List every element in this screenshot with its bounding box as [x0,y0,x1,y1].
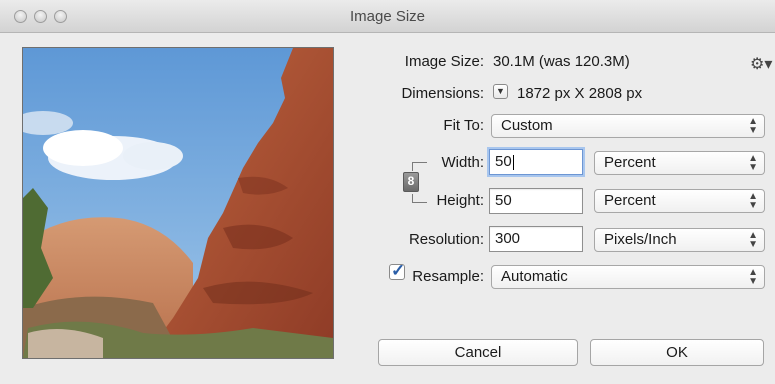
dimensions-label: Dimensions: [401,85,484,102]
up-down-arrows-icon: ▲ ▼ [748,191,758,211]
up-down-arrows-icon: ▲ ▼ [748,153,758,173]
height-input[interactable]: 50 [489,188,583,214]
height-label: Height: [436,192,484,209]
resample-select[interactable]: Automatic ▲ ▼ [491,265,765,289]
checkmark-icon: ✓ [391,261,406,280]
dimensions-value: 1872 px X 2808 px [517,85,643,102]
resolution-unit-select[interactable]: Pixels/Inch ▲ ▼ [594,228,765,252]
up-down-arrows-icon: ▲ ▼ [748,267,758,287]
resolution-label: Resolution: [408,231,484,248]
disclosure-triangle-icon[interactable]: ▼ [493,84,508,99]
width-input[interactable]: 50 [489,149,583,175]
resample-checkbox[interactable]: ✓ [389,261,406,280]
resolution-input[interactable]: 300 [489,226,583,252]
width-unit-value: Percent [604,154,656,171]
height-unit-value: Percent [604,192,656,209]
chain-link-icon[interactable]: 8 [403,172,419,192]
width-label: Width: [441,154,484,171]
up-down-arrows-icon: ▲ ▼ [748,230,758,250]
resolution-unit-value: Pixels/Inch [604,231,677,248]
ok-button[interactable]: OK [590,339,764,366]
fit-to-label: Fit To: [443,117,484,134]
title-bar: Image Size [0,0,775,33]
resample-value: Automatic [501,268,568,285]
cancel-button[interactable]: Cancel [378,339,578,366]
image-preview[interactable] [22,47,334,359]
width-value: 50 [495,153,512,170]
resample-label: Resample: [412,268,484,285]
height-value: 50 [495,192,512,209]
up-down-arrows-icon: ▲ ▼ [748,116,758,136]
image-size-label: Image Size: [404,53,484,70]
fit-to-value: Custom [501,117,553,134]
preview-photo [23,48,333,358]
height-unit-select[interactable]: Percent ▲ ▼ [594,189,765,213]
width-unit-select[interactable]: Percent ▲ ▼ [594,151,765,175]
fit-to-select[interactable]: Custom ▲ ▼ [491,114,765,138]
resolution-value: 300 [495,230,521,247]
image-size-value: 30.1M (was 120.3M) [493,53,630,70]
gear-icon[interactable]: ⚙▾ [750,54,772,74]
text-cursor [512,154,514,170]
window-title: Image Size [349,8,426,25]
